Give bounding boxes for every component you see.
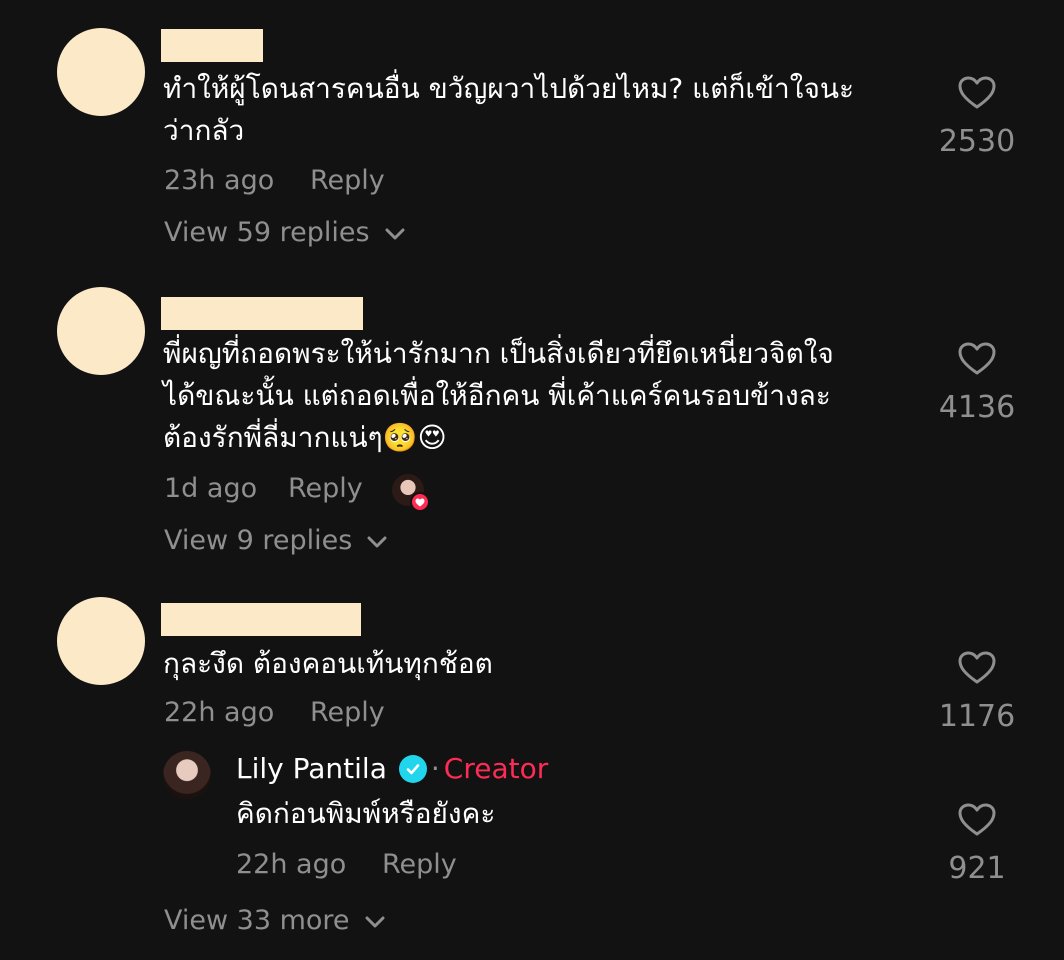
liked-heart-icon bbox=[410, 492, 430, 512]
reply-button[interactable]: Reply bbox=[288, 473, 363, 504]
creator-name[interactable]: Lily Pantila bbox=[236, 752, 387, 785]
comment-time: 22h ago bbox=[164, 697, 275, 728]
like-count: 4136 bbox=[938, 390, 1016, 425]
view-replies-button[interactable]: View 9 replies bbox=[164, 525, 388, 556]
heart-icon bbox=[958, 76, 996, 114]
like-count: 921 bbox=[948, 851, 1006, 886]
like-button[interactable]: 1176 bbox=[927, 651, 1027, 734]
comment-text: กุละงึด ต้องคอนเท้นทุกช้อต bbox=[163, 643, 923, 685]
comment-text-line: กุละงึด ต้องคอนเท้นทุกช้อต bbox=[163, 647, 493, 680]
heart-icon bbox=[958, 803, 996, 841]
commenter-avatar[interactable] bbox=[57, 597, 145, 685]
separator-dot: · bbox=[430, 752, 440, 785]
like-count: 1176 bbox=[938, 699, 1016, 734]
commenter-name-redacted[interactable] bbox=[161, 29, 263, 62]
reply-button[interactable]: Reply bbox=[310, 165, 385, 196]
creator-reply-text: คิดก่อนพิมพ์หรือยังคะ bbox=[236, 797, 496, 830]
view-replies-label: View 59 replies bbox=[164, 217, 370, 248]
heart-icon bbox=[958, 651, 996, 689]
view-replies-label: View 9 replies bbox=[164, 525, 353, 556]
creator-badge: Creator bbox=[443, 752, 549, 785]
heart-icon bbox=[958, 342, 996, 380]
chevron-down-icon bbox=[384, 217, 406, 248]
commenter-name-redacted[interactable] bbox=[161, 297, 363, 330]
comment-text-line: ว่ากลัว bbox=[163, 114, 245, 147]
commenter-name-redacted[interactable] bbox=[161, 603, 361, 636]
comment-time: 1d ago bbox=[164, 473, 258, 504]
comment-text: พี่ผญที่ถอดพระให้น่ารักมาก เป็นสิ่งเดียว… bbox=[163, 333, 923, 459]
chevron-down-icon bbox=[366, 525, 388, 556]
commenter-avatar[interactable] bbox=[57, 287, 145, 375]
comment-text-line: พี่ผญที่ถอดพระให้น่ารักมาก เป็นสิ่งเดียว… bbox=[163, 337, 834, 370]
comment-time: 23h ago bbox=[164, 165, 275, 196]
like-button[interactable]: 2530 bbox=[927, 76, 1027, 159]
verified-badge-icon bbox=[398, 754, 427, 783]
comment-text-line: ต้องรักพี่ลี่มากแน่ๆ🥺😍 bbox=[163, 421, 447, 454]
comment-text-line: ได้ขณะนั้น แต่ถอดเพื่อให้อีกคน พี่เค้าแค… bbox=[163, 379, 831, 412]
like-count: 2530 bbox=[938, 124, 1016, 159]
like-button[interactable]: 4136 bbox=[927, 342, 1027, 425]
reply-button[interactable]: Reply bbox=[310, 697, 385, 728]
chevron-down-icon bbox=[364, 905, 386, 936]
comment-text: ทำให้ผู้โดนสารคนอื่น ขวัญผวาไปด้วยไหม? แ… bbox=[163, 68, 923, 152]
reply-button[interactable]: Reply bbox=[382, 849, 457, 880]
creator-avatar[interactable] bbox=[163, 751, 211, 799]
comment-text-line: ทำให้ผู้โดนสารคนอื่น ขวัญผวาไปด้วยไหม? แ… bbox=[163, 72, 855, 105]
like-button[interactable]: 921 bbox=[927, 803, 1027, 886]
view-replies-button[interactable]: View 59 replies bbox=[164, 217, 406, 248]
creator-reply-time: 22h ago bbox=[236, 849, 347, 880]
view-more-button[interactable]: View 33 more bbox=[164, 905, 386, 936]
commenter-avatar[interactable] bbox=[57, 28, 145, 116]
creator-reply-header: Lily Pantila · Creator bbox=[236, 752, 548, 785]
view-more-label: View 33 more bbox=[164, 905, 350, 936]
